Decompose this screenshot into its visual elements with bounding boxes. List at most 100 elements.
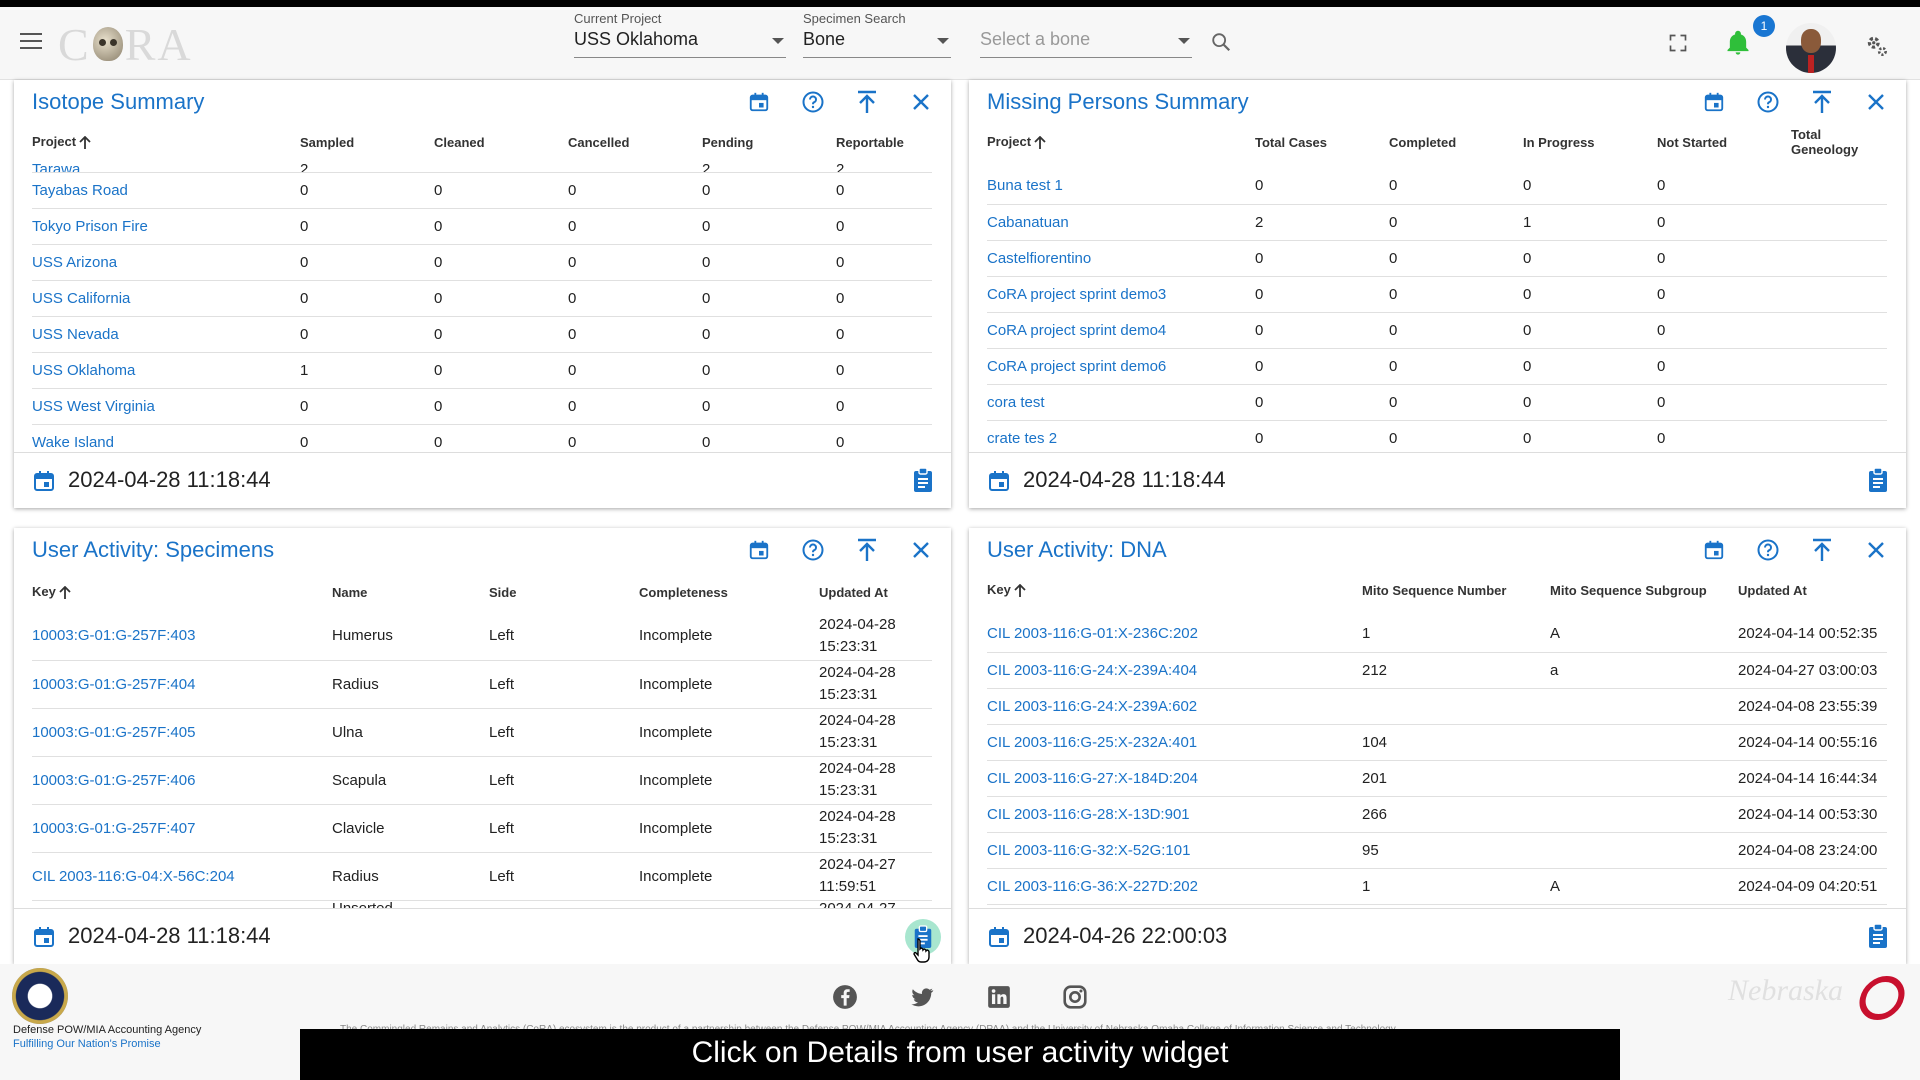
project-link[interactable]: CoRA project sprint demo4 xyxy=(987,312,1255,349)
date-range-button[interactable] xyxy=(1698,88,1730,116)
column-header-key[interactable]: Key xyxy=(987,564,1362,616)
help-button[interactable] xyxy=(797,88,829,116)
specimen-key-link[interactable]: 10003:G-01:G-257F:407 xyxy=(32,804,332,853)
column-header-total-cases[interactable]: Total Cases xyxy=(1255,116,1389,168)
twitter-icon[interactable] xyxy=(909,984,935,1010)
project-link[interactable]: Tayabas Road xyxy=(32,172,300,209)
close-button[interactable] xyxy=(905,536,937,564)
details-button[interactable] xyxy=(1866,923,1890,954)
project-link[interactable]: USS Nevada xyxy=(32,316,300,353)
date-range-button[interactable] xyxy=(743,536,775,564)
dna-key-link[interactable]: CIL 2003-116:G-24:X-239A:602 xyxy=(987,688,1362,725)
date-range-button[interactable] xyxy=(1698,536,1730,564)
column-header-cancelled[interactable]: Cancelled xyxy=(568,122,702,162)
close-button[interactable] xyxy=(1860,536,1892,564)
project-link[interactable]: USS West Virginia xyxy=(32,388,300,425)
avatar[interactable] xyxy=(1786,23,1836,73)
specimen-key-link[interactable]: 10003:G-01:G-257F:404 xyxy=(32,660,332,709)
facebook-icon[interactable] xyxy=(832,984,858,1010)
specimen-key-link[interactable]: 10003:G-01:G-257F:405 xyxy=(32,708,332,757)
project-link[interactable]: Tarawa xyxy=(32,162,300,173)
help-button[interactable] xyxy=(797,536,829,564)
column-header-total-geneology[interactable]: Total Geneology xyxy=(1791,116,1887,168)
close-button[interactable] xyxy=(905,88,937,116)
column-header-mito-sequence-number[interactable]: Mito Sequence Number xyxy=(1362,564,1550,616)
project-link[interactable]: Tokyo Prison Fire xyxy=(32,208,300,245)
specimen-key-link[interactable]: CIL 2003-116:G-04:X-56C:204 xyxy=(32,852,332,901)
specimen-key-link[interactable]: 10003:G-01:G-257F:403 xyxy=(32,612,332,661)
dpaa-seal-logo[interactable] xyxy=(12,968,68,1024)
fullscreen-icon[interactable] xyxy=(1668,33,1688,53)
settings-icon[interactable] xyxy=(1864,33,1890,59)
column-header-reportable[interactable]: Reportable xyxy=(836,122,932,162)
help-button[interactable] xyxy=(1752,536,1784,564)
details-button[interactable] xyxy=(1866,467,1890,498)
move-to-top-button[interactable] xyxy=(851,536,883,564)
dna-key-link[interactable]: CIL 2003-116:G-32:X-52G:101 xyxy=(987,832,1362,869)
table-row: CIL 2003-116:G-01:X-236C:202 1 A 2024-04-14… xyxy=(987,616,1887,653)
column-header-completeness[interactable]: Completeness xyxy=(639,572,819,612)
column-header-cleaned[interactable]: Cleaned xyxy=(434,122,568,162)
table-cell: Incomplete xyxy=(639,852,819,901)
dna-key-link[interactable]: CIL 2003-116:G-01:X-236C:202 xyxy=(987,616,1362,653)
column-header-key[interactable]: Key xyxy=(32,572,332,612)
column-header-updated-at[interactable]: Updated At xyxy=(1738,564,1887,616)
dna-key-link[interactable]: CIL 2003-116:G-28:X-13D:901 xyxy=(987,796,1362,833)
dna-key-link[interactable]: CIL 2003-116:G-25:X-232A:401 xyxy=(987,724,1362,761)
column-header-updated-at[interactable]: Updated At xyxy=(819,572,932,612)
column-header-in-progress[interactable]: In Progress xyxy=(1523,116,1657,168)
date-range-button[interactable] xyxy=(743,88,775,116)
column-header-name[interactable]: Name xyxy=(332,572,489,612)
column-header-project[interactable]: Project xyxy=(32,122,300,162)
column-header-completed[interactable]: Completed xyxy=(1389,116,1523,168)
cora-logo[interactable]: C RA xyxy=(58,19,193,70)
table-cell: 0 xyxy=(836,280,932,317)
column-header-not-started[interactable]: Not Started xyxy=(1657,116,1791,168)
project-link[interactable]: Cabanatuan xyxy=(987,204,1255,241)
dna-key-link[interactable]: CIL 2003-116:G-24:X-239A:404 xyxy=(987,652,1362,689)
table-cell xyxy=(568,162,702,173)
project-link[interactable]: CoRA project sprint demo6 xyxy=(987,348,1255,385)
dna-key-link[interactable]: CIL 2003-116:G-36:X-227D:202 xyxy=(987,868,1362,905)
instagram-icon[interactable] xyxy=(1062,984,1088,1010)
move-to-top-button[interactable] xyxy=(1806,88,1838,116)
widget-title: User Activity: Specimens xyxy=(32,537,275,562)
details-button[interactable] xyxy=(911,467,935,498)
project-link[interactable]: Buna test 1 xyxy=(987,168,1255,205)
help-button[interactable] xyxy=(1752,88,1784,116)
project-link[interactable]: Castelfiorentino xyxy=(987,240,1255,277)
column-header-mito-sequence-subgroup[interactable]: Mito Sequence Subgroup xyxy=(1550,564,1738,616)
arrow-up-icon xyxy=(1014,583,1026,597)
project-link[interactable]: USS California xyxy=(32,280,300,317)
help-icon xyxy=(1757,539,1779,561)
column-header-side[interactable]: Side xyxy=(489,572,639,612)
project-link[interactable]: cora test xyxy=(987,384,1255,421)
project-link[interactable]: USS Arizona xyxy=(32,244,300,281)
current-project-select[interactable]: Current Project USS Oklahoma xyxy=(574,11,786,58)
project-link[interactable]: USS Oklahoma xyxy=(32,352,300,389)
menu-icon[interactable] xyxy=(20,33,42,51)
project-link[interactable]: crate tes 2 xyxy=(987,420,1255,457)
bone-select[interactable]: Select a bone xyxy=(980,11,1192,58)
close-icon xyxy=(1868,94,1884,110)
bell-icon[interactable] xyxy=(1724,29,1752,57)
specimen-key-link[interactable]: 10003:G-01:G-257F:406 xyxy=(32,756,332,805)
column-header-pending[interactable]: Pending xyxy=(702,122,836,162)
project-link[interactable]: CoRA project sprint demo3 xyxy=(987,276,1255,313)
column-header-sampled[interactable]: Sampled xyxy=(300,122,434,162)
close-button[interactable] xyxy=(1860,88,1892,116)
dna-key-link[interactable]: CIL 2003-116:G-27:X-184D:204 xyxy=(987,760,1362,797)
move-to-top-button[interactable] xyxy=(851,88,883,116)
widget-title: Isotope Summary xyxy=(32,89,205,114)
table-row: USS West Virginia 0 0 0 0 0 xyxy=(32,388,932,425)
linkedin-icon[interactable] xyxy=(986,984,1012,1010)
column-header-project[interactable]: Project xyxy=(987,116,1255,168)
search-icon[interactable] xyxy=(1210,31,1232,53)
table-cell: 0 xyxy=(1389,420,1523,457)
specimen-search-select[interactable]: Specimen Search Bone xyxy=(803,11,951,58)
uno-logo[interactable] xyxy=(1855,976,1909,1020)
dna-table: Key Mito Sequence Number Mito Sequence S… xyxy=(987,564,1887,905)
nebraska-logo[interactable]: Nebraska xyxy=(1728,974,1843,1008)
table-cell: 0 xyxy=(1389,384,1523,421)
move-to-top-button[interactable] xyxy=(1806,536,1838,564)
